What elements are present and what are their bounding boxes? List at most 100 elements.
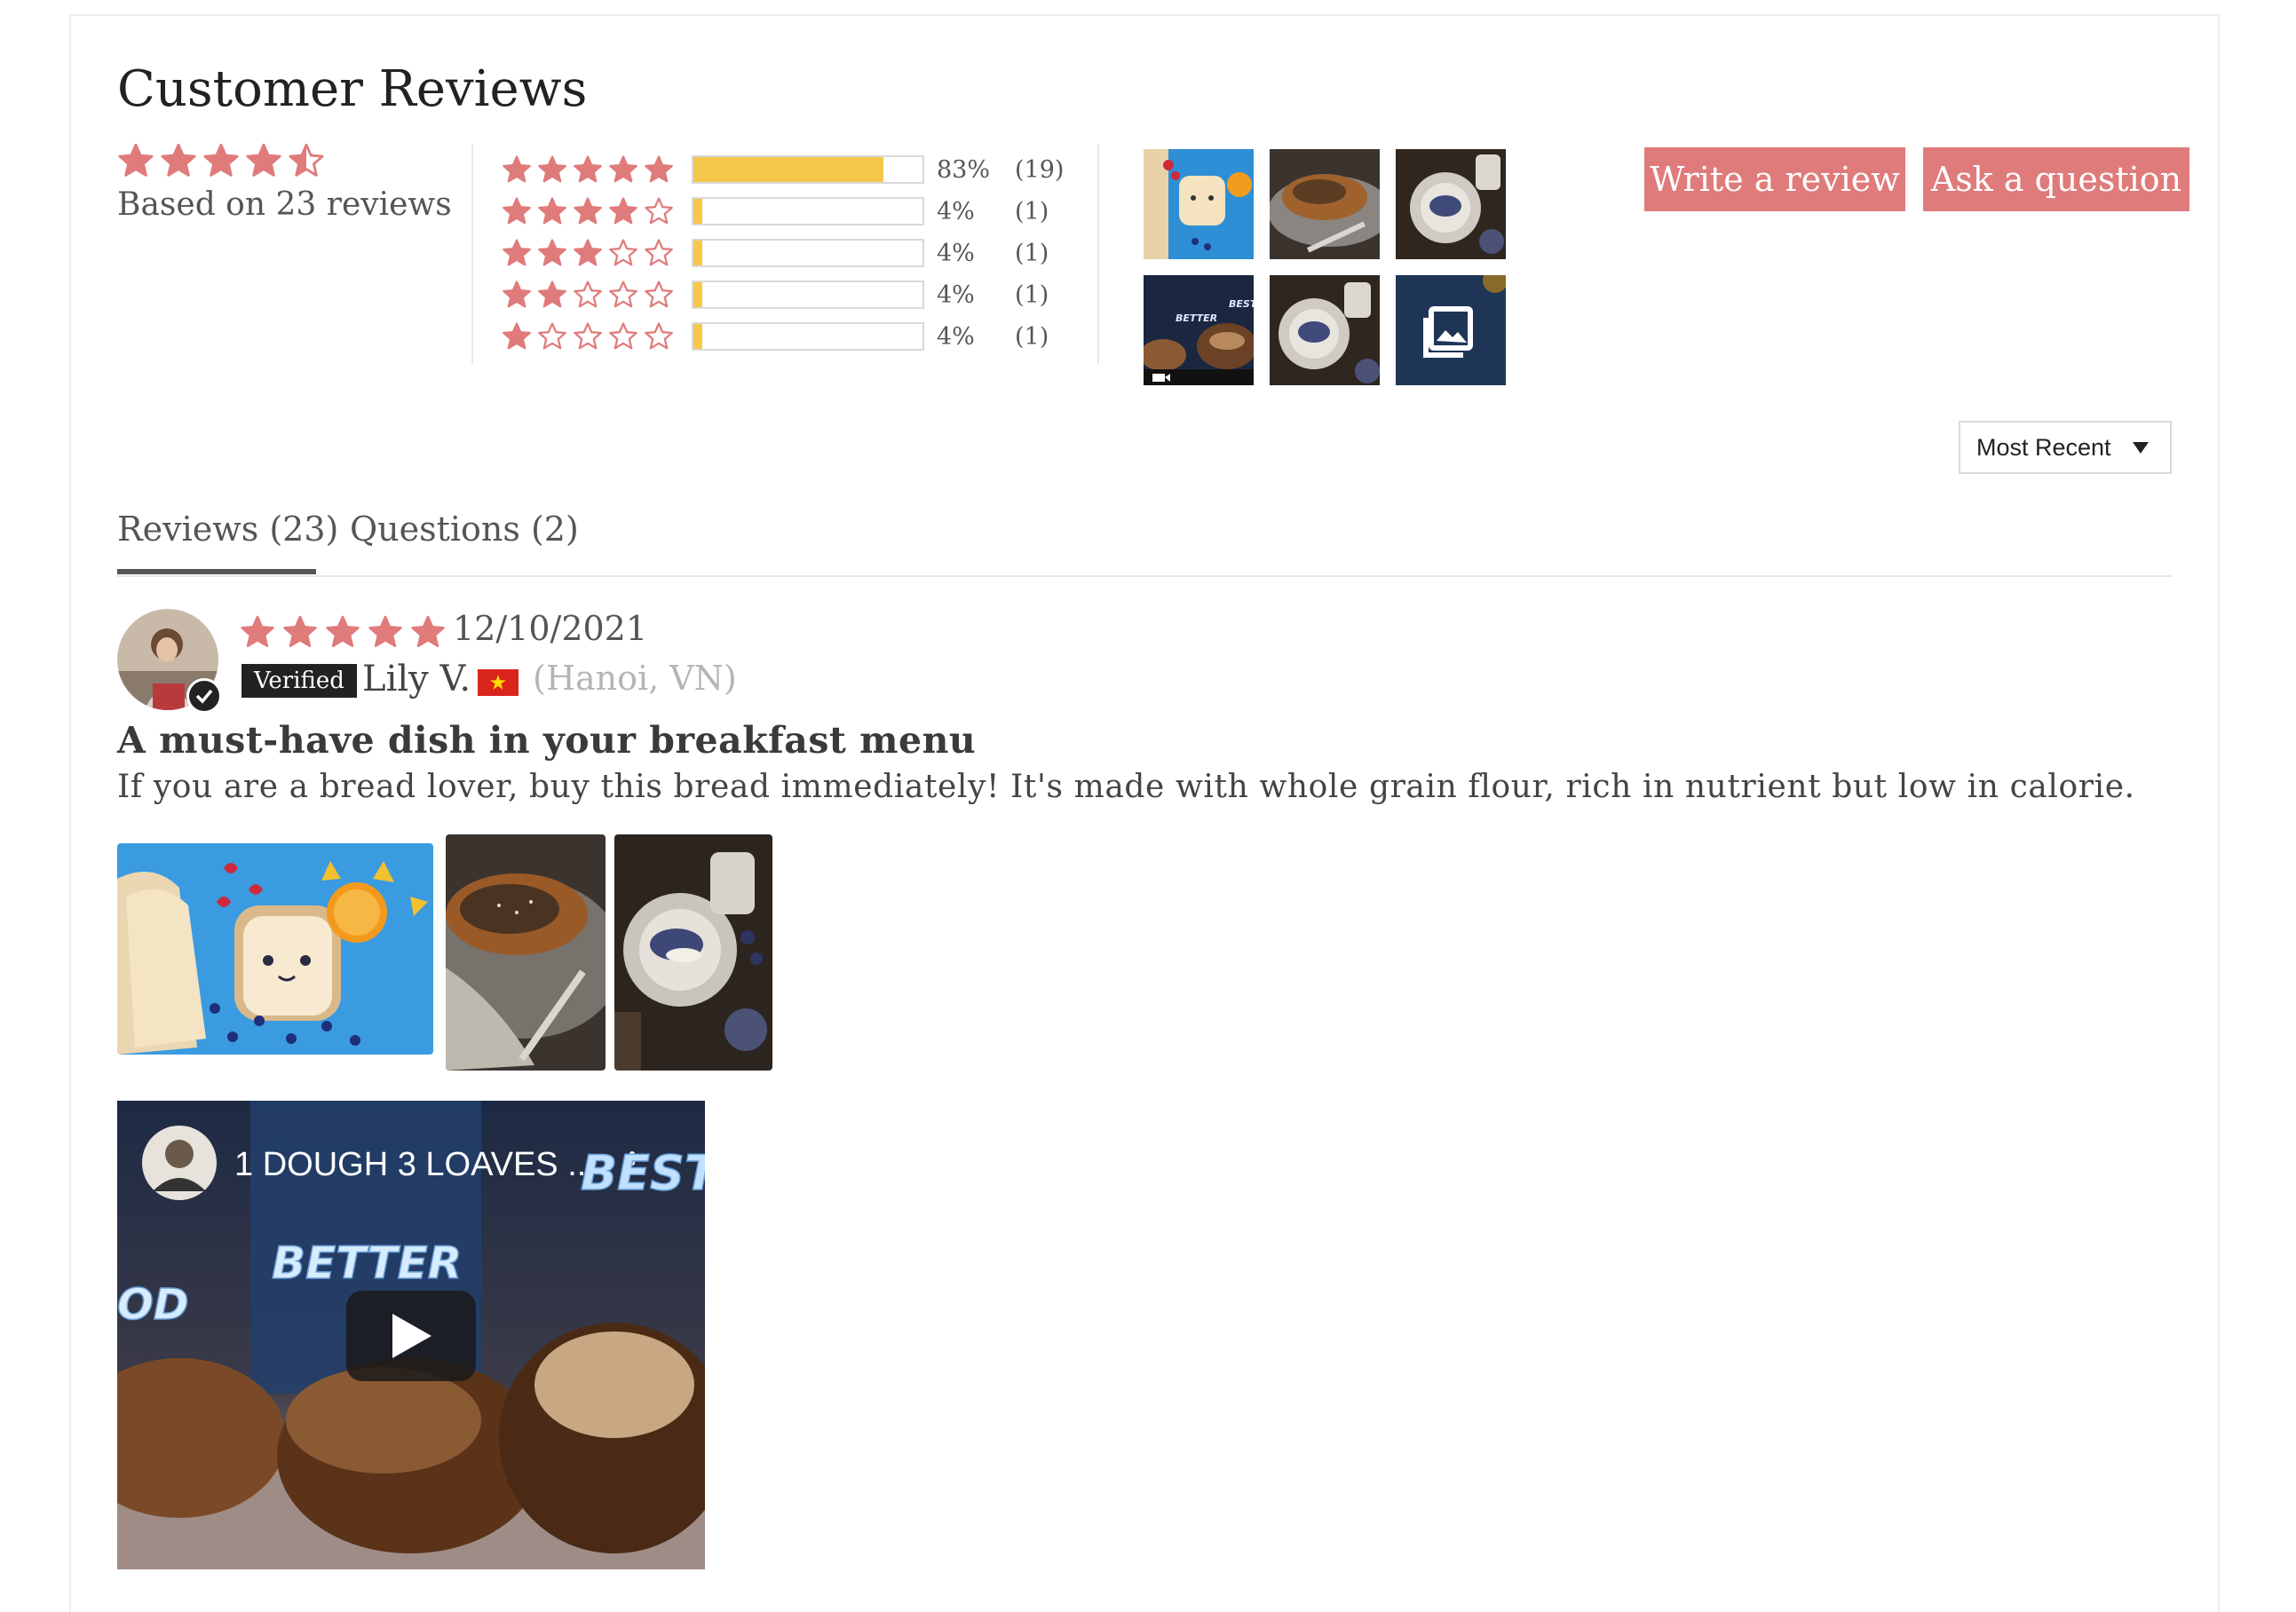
rating-row-5[interactable]: 83% (19) (502, 149, 1064, 190)
media-thumb-blueberry-plate-2[interactable] (1270, 275, 1380, 385)
star-icon (503, 322, 531, 350)
review-photo-braided-loaf[interactable] (446, 834, 606, 1071)
star-icon (574, 197, 602, 225)
rating-row-2[interactable]: 4% (1) (502, 274, 1049, 315)
rating-bar-fill (693, 282, 703, 307)
rating-percent: 83% (937, 155, 991, 184)
divider (1097, 144, 1099, 364)
rating-row-1[interactable]: 4% (1) (502, 316, 1049, 357)
vietnam-flag-icon (478, 669, 519, 696)
ask-question-button[interactable]: Ask a question (1923, 147, 2189, 211)
rating-bar (692, 197, 924, 225)
star-icon (645, 155, 673, 183)
media-thumb-braided-loaf[interactable] (1270, 149, 1380, 259)
svg-text:BETTER: BETTER (1176, 312, 1217, 324)
rating-row-3[interactable]: 4% (1) (502, 233, 1049, 273)
average-rating-stars (117, 142, 325, 179)
star-empty-icon (609, 322, 637, 350)
rating-row-stars (502, 321, 692, 352)
video-overlay-text: OD (117, 1280, 189, 1330)
rating-row-stars (502, 280, 692, 310)
tab-reviews[interactable]: Reviews (23) (117, 510, 338, 549)
video-title: 1 DOUGH 3 LOAVES ... (234, 1146, 596, 1183)
rating-count: (1) (1015, 281, 1049, 309)
sort-select[interactable]: Most Recent (1959, 421, 2172, 474)
rating-bar (692, 322, 924, 351)
star-icon (283, 615, 317, 647)
review-photo-blueberry-plate[interactable] (614, 834, 772, 1071)
active-tab-indicator (117, 569, 316, 574)
divider (471, 144, 473, 364)
rating-count: (19) (1015, 155, 1065, 184)
check-icon (186, 678, 222, 714)
rating-bar-fill (693, 324, 703, 349)
review-author: Lily V. (362, 659, 471, 699)
rating-bar (692, 155, 924, 184)
review-date: 12/10/2021 (453, 609, 648, 648)
star-icon (118, 143, 154, 177)
write-review-button[interactable]: Write a review (1644, 147, 1905, 211)
review-count-summary: Based on 23 reviews (117, 186, 452, 223)
star-empty-icon (609, 281, 637, 308)
rating-bar-fill (693, 199, 703, 224)
rating-row-stars (502, 196, 692, 226)
star-icon (203, 143, 239, 177)
review-body: If you are a bread lover, buy this bread… (117, 769, 2135, 805)
media-thumb-more[interactable] (1396, 275, 1506, 385)
star-empty-icon (645, 281, 673, 308)
star-icon (241, 615, 274, 647)
star-icon (503, 197, 531, 225)
review-photo-toast[interactable] (117, 843, 433, 1055)
media-thumb-video[interactable]: BETTER BEST (1144, 275, 1254, 385)
star-empty-icon (574, 322, 602, 350)
star-icon (503, 155, 531, 183)
caret-down-icon (2133, 442, 2149, 454)
rating-count: (1) (1015, 322, 1049, 351)
review-title: A must-have dish in your breakfast menu (117, 719, 977, 762)
star-icon (161, 143, 196, 177)
review-location: (Hanoi, VN) (533, 659, 737, 698)
rating-percent: 4% (937, 239, 975, 267)
star-icon (326, 615, 360, 647)
video-overlay-text: BEST (581, 1145, 705, 1201)
star-icon (503, 281, 531, 308)
star-empty-icon (645, 239, 673, 266)
rating-bar (692, 239, 924, 267)
review-video[interactable]: 1 DOUGH 3 LOAVES ... BEST BETTER OD (117, 1101, 705, 1569)
rating-bar-fill (693, 241, 703, 265)
tabs-divider (117, 575, 2172, 577)
tab-questions[interactable]: Questions (2) (350, 510, 579, 549)
star-icon (538, 281, 566, 308)
rating-percent: 4% (937, 322, 975, 351)
star-icon (574, 155, 602, 183)
star-empty-icon (538, 322, 566, 350)
star-empty-icon (609, 239, 637, 266)
rating-percent: 4% (937, 281, 975, 309)
sort-selected-label: Most Recent (1976, 433, 2111, 461)
rating-row-stars (502, 154, 692, 185)
star-icon (538, 197, 566, 225)
star-icon (368, 615, 402, 647)
page-title: Customer Reviews (117, 60, 588, 118)
rating-row-4[interactable]: 4% (1) (502, 191, 1049, 232)
star-empty-icon (574, 281, 602, 308)
rating-row-stars (502, 238, 692, 268)
star-icon (574, 239, 602, 266)
rating-count: (1) (1015, 239, 1049, 267)
star-icon (538, 239, 566, 266)
star-icon (609, 197, 637, 225)
star-empty-icon (645, 322, 673, 350)
star-half-icon (289, 143, 324, 177)
rating-bar (692, 281, 924, 309)
svg-text:BEST: BEST (1229, 298, 1254, 310)
star-icon (538, 155, 566, 183)
star-icon (503, 239, 531, 266)
rating-percent: 4% (937, 197, 975, 225)
rating-bar-fill (693, 157, 884, 182)
media-thumb-blueberry-plate[interactable] (1396, 149, 1506, 259)
star-icon (609, 155, 637, 183)
star-empty-icon (645, 197, 673, 225)
media-thumb-toast[interactable] (1144, 149, 1254, 259)
verified-badge: Verified (241, 664, 357, 698)
review-rating-stars (240, 614, 446, 650)
